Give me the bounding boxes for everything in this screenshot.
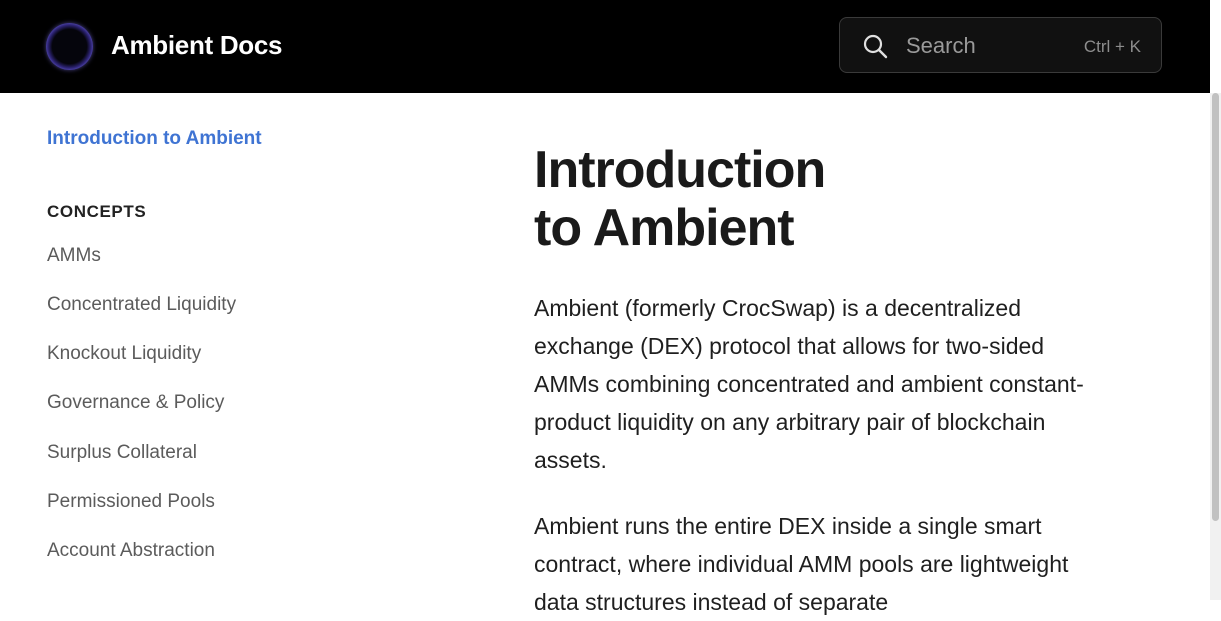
sidebar-item-introduction[interactable]: Introduction to Ambient — [47, 128, 262, 150]
sidebar-item-surplus-collateral[interactable]: Surplus Collateral — [47, 442, 197, 464]
ambient-logo[interactable] — [46, 23, 93, 70]
search-shortcut-hint: Ctrl + K — [1083, 37, 1141, 56]
page-title-line-1: Introduction — [534, 141, 826, 199]
page-title: Introduction to Ambient — [534, 141, 826, 257]
header-gap — [1210, 0, 1221, 93]
search-box[interactable]: Search Ctrl + K — [839, 17, 1162, 73]
search-icon — [863, 34, 888, 59]
sidebar-item-concentrated-liquidity[interactable]: Concentrated Liquidity — [47, 294, 236, 316]
sidebar-item-account-abstraction[interactable]: Account Abstraction — [47, 540, 215, 562]
sidebar-item-governance-policy[interactable]: Governance & Policy — [47, 392, 224, 414]
top-navigation-bar: Ambient Docs Search Ctrl + K — [0, 0, 1210, 93]
scrollbar-thumb[interactable] — [1212, 93, 1219, 521]
sidebar-item-permissioned-pools[interactable]: Permissioned Pools — [47, 491, 215, 513]
sidebar-item-knockout-liquidity[interactable]: Knockout Liquidity — [47, 343, 201, 365]
sidebar-item-amms[interactable]: AMMs — [47, 245, 101, 267]
sidebar-section-heading: CONCEPTS — [47, 202, 147, 221]
architecture-paragraph: Ambient runs the entire DEX inside a sin… — [534, 513, 1069, 615]
page-title-line-2: to Ambient — [534, 199, 795, 257]
intro-paragraph: Ambient (formerly CrocSwap) is a decentr… — [534, 295, 1084, 473]
page-scrollbar[interactable] — [1210, 93, 1221, 600]
search-placeholder: Search — [906, 33, 976, 58]
site-title[interactable]: Ambient Docs — [111, 29, 283, 61]
